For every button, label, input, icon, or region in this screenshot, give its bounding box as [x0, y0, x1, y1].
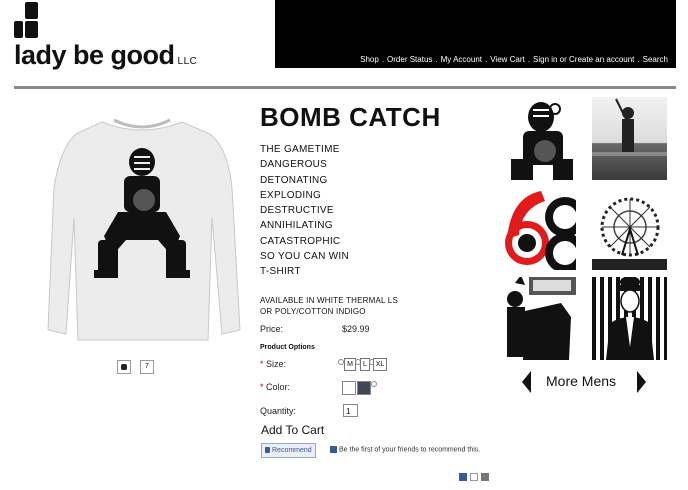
related-product-ferris-wheel[interactable] [592, 187, 667, 270]
nav-my-account[interactable]: My Account [441, 55, 482, 64]
product-options-heading: Product Options [260, 344, 315, 351]
related-product-image [505, 191, 576, 270]
brand-wordmark: lady be good LLC [14, 40, 197, 71]
related-product-68[interactable] [501, 187, 576, 270]
top-navigation: Shop. Order Status. My Account. View Cart. S… [360, 55, 668, 64]
description-line: EXPLODING [260, 189, 322, 201]
description-line: THE GAMETIME [260, 144, 340, 155]
size-label-row: * Size: [260, 359, 286, 369]
nav-separator: . [527, 55, 530, 64]
related-product-bowler-man[interactable] [592, 277, 667, 360]
product-thumbnail-front[interactable] [117, 360, 131, 374]
previous-arrow-icon[interactable] [522, 371, 531, 393]
availability-note: AVAILABLE IN WHITE THERMAL LS OR POLY/CO… [260, 295, 398, 317]
facebook-icon [330, 446, 337, 453]
header-divider [14, 86, 676, 89]
price-value: $29.99 [342, 324, 370, 334]
product-description: THE GAMETIME DANGEROUS DETONATING EXPLOD… [260, 142, 349, 280]
related-product-field[interactable] [592, 97, 667, 180]
description-line: DANGEROUS [260, 159, 328, 171]
required-marker: * [260, 382, 264, 392]
availability-line: OR POLY/COTTON INDIGO [260, 307, 366, 316]
nav-sign-in[interactable]: Sign in or Create an account [533, 55, 634, 64]
size-option-m[interactable]: M [344, 358, 356, 371]
related-product-image [511, 102, 573, 180]
thumbnail-alt-label: 7 [145, 363, 149, 370]
color-swatch-white[interactable] [342, 381, 356, 395]
description-line: T-SHIRT [260, 266, 301, 278]
brand-name: lady be good [14, 40, 175, 70]
product-title: BOMB CATCH [260, 102, 441, 132]
nav-shop[interactable]: Shop [360, 55, 379, 64]
related-product-hush[interactable] [501, 277, 576, 360]
required-marker: * [260, 359, 264, 369]
add-to-cart-button[interactable]: Add To Cart [261, 423, 324, 437]
facebook-recommend-button[interactable]: Recommend [261, 443, 316, 458]
product-thumbnail-alt[interactable]: 7 [140, 360, 154, 374]
nav-separator: . [485, 55, 488, 64]
size-option-label: L [363, 361, 367, 368]
size-label: Size: [266, 359, 287, 369]
nav-order-status[interactable]: Order Status [387, 55, 432, 64]
related-product-image [592, 197, 667, 270]
price-label: Price: [260, 324, 284, 334]
description-line: ANNIHILATING [260, 220, 333, 232]
related-product-image [507, 277, 576, 360]
color-swatch-indigo[interactable] [357, 381, 371, 395]
recommend-label: Recommend [272, 447, 312, 454]
print-icon[interactable] [481, 473, 489, 481]
color-label: Color: [266, 382, 291, 392]
nav-separator: . [435, 55, 438, 64]
availability-line: AVAILABLE IN WHITE THERMAL LS [260, 296, 398, 305]
nav-search[interactable]: Search [643, 55, 668, 64]
brand-suffix: LLC [177, 56, 198, 67]
description-line: DESTRUCTIVE [260, 205, 334, 217]
color-label-row: * Color: [260, 382, 290, 392]
facebook-share-icon[interactable] [459, 473, 467, 481]
quantity-input[interactable]: 1 [343, 404, 358, 417]
thumbs-up-icon [265, 447, 270, 454]
quantity-label: Quantity: [260, 406, 297, 416]
recommend-prompt-text: Be the first of your friends to recommen… [339, 446, 481, 454]
related-product-catcher[interactable] [501, 97, 576, 180]
thumbnail-graphic-icon [121, 364, 127, 370]
related-product-image [592, 98, 667, 156]
related-product-image [606, 277, 654, 360]
email-share-icon[interactable] [470, 473, 478, 481]
size-option-label: XL [375, 361, 385, 368]
more-mens-link[interactable]: More Mens [546, 373, 616, 389]
nav-separator: . [637, 55, 640, 64]
nav-separator: . [381, 55, 385, 64]
description-line: DETONATING [260, 174, 328, 186]
description-line: CATASTROPHIC [260, 235, 341, 247]
nav-view-cart[interactable]: View Cart [490, 55, 525, 64]
next-arrow-icon[interactable] [637, 371, 646, 393]
recommend-prompt: Be the first of your friends to recommen… [330, 446, 480, 453]
product-image[interactable] [40, 108, 245, 348]
size-option-xl[interactable]: XL [373, 358, 387, 371]
description-line: SO YOU CAN WIN [260, 251, 350, 263]
size-option-label: M [347, 361, 353, 368]
color-radio[interactable] [371, 381, 377, 387]
